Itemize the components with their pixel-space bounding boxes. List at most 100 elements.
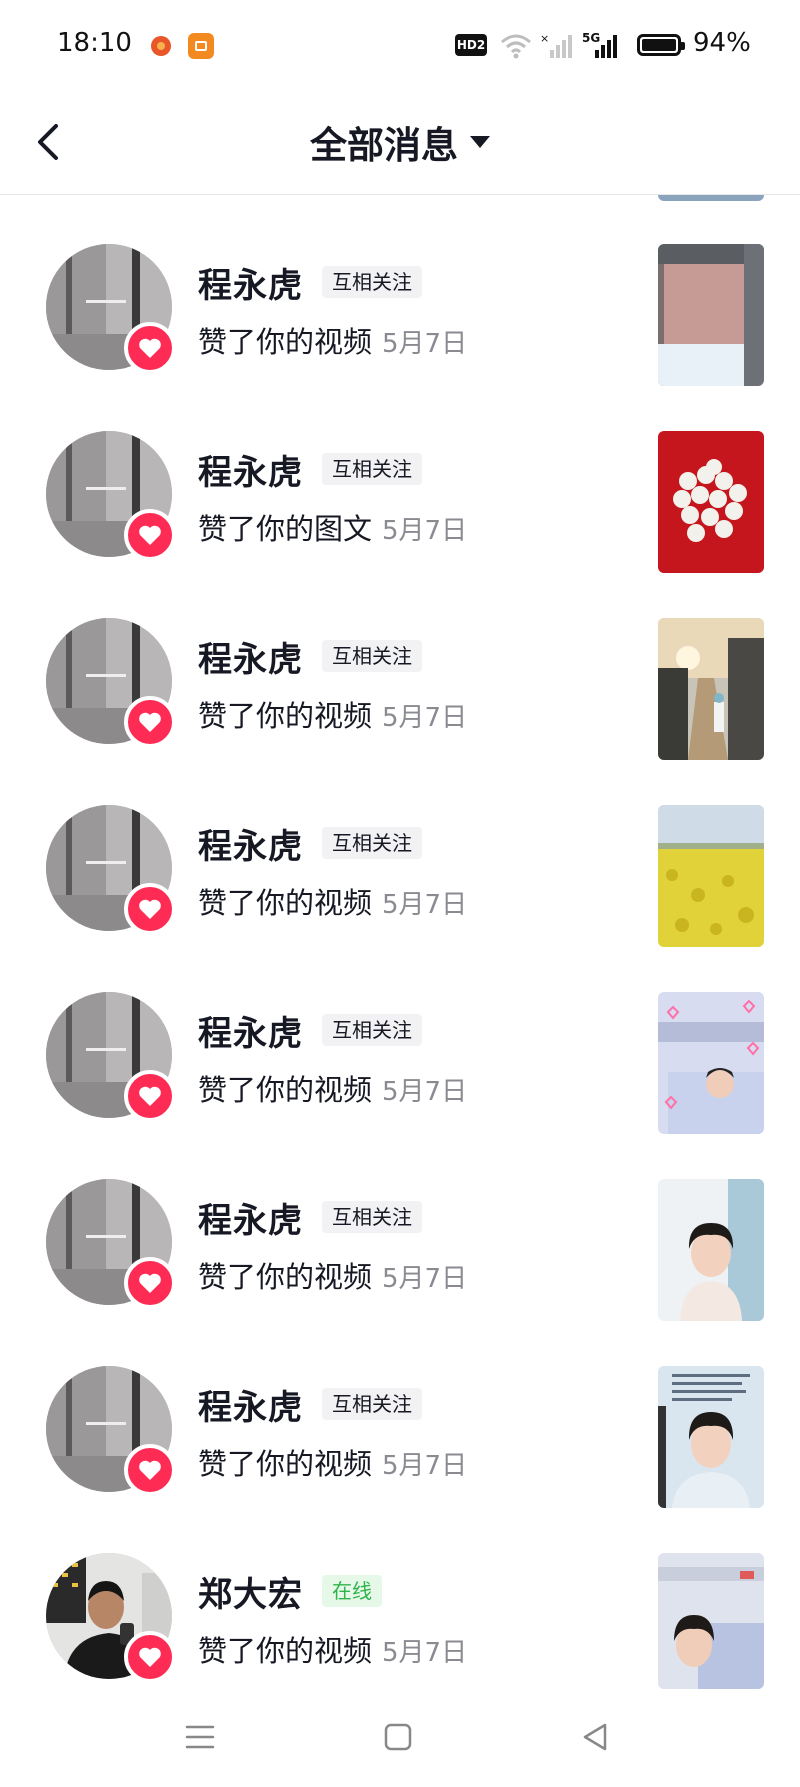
post-thumbnail[interactable]: [658, 805, 764, 947]
message-item[interactable]: 程永虎 互相关注 赞了你的视频 5月7日: [0, 618, 800, 805]
like-badge: [124, 1631, 176, 1683]
message-date: 5月7日: [382, 1451, 468, 1481]
action-text: 赞了你的视频: [198, 1447, 373, 1481]
relation-tag: 互相关注: [322, 453, 422, 485]
thumbnail-image: [658, 992, 764, 1134]
message-item[interactable]: 程永虎 互相关注 赞了你的视频 5月7日: [0, 805, 800, 992]
message-text: 赞了你的视频 5月7日: [198, 1628, 467, 1670]
message-text: 赞了你的视频 5月7日: [198, 1254, 467, 1296]
home-square-icon: [384, 1723, 412, 1751]
heart-icon: [139, 899, 161, 919]
previous-item-thumbnail[interactable]: [658, 195, 764, 201]
thumbnail-image: [658, 244, 764, 386]
menu-button[interactable]: [175, 1712, 225, 1762]
app-notification-icon: [151, 36, 171, 56]
battery-icon: [637, 34, 685, 56]
post-thumbnail[interactable]: [658, 992, 764, 1134]
heart-icon: [139, 712, 161, 732]
thumbnail-image: [658, 1366, 764, 1508]
battery-percent: 94%: [693, 28, 751, 58]
user-name: 程永虎: [198, 1388, 303, 1428]
system-navigation-bar: [0, 1692, 800, 1787]
heart-icon: [139, 1460, 161, 1480]
svg-text:5G: 5G: [582, 31, 600, 45]
post-thumbnail[interactable]: [658, 618, 764, 760]
heart-icon: [139, 338, 161, 358]
message-filter-dropdown[interactable]: 全部消息: [0, 115, 800, 169]
post-thumbnail[interactable]: [658, 431, 764, 573]
heart-icon: [139, 1647, 161, 1667]
action-text: 赞了你的视频: [198, 1073, 373, 1107]
relation-tag: 互相关注: [322, 266, 422, 298]
relation-tag: 互相关注: [322, 1388, 422, 1420]
caret-down-icon: [470, 136, 490, 148]
like-badge: [124, 696, 176, 748]
action-text: 赞了你的视频: [198, 1260, 373, 1294]
user-name: 程永虎: [198, 827, 303, 867]
message-date: 5月7日: [382, 703, 468, 733]
hd-badge: HD2: [455, 34, 487, 56]
message-text: 赞了你的视频 5月7日: [198, 1441, 467, 1483]
heart-icon: [139, 525, 161, 545]
message-date: 5月7日: [382, 1638, 468, 1668]
menu-icon: [185, 1725, 215, 1749]
message-date: 5月7日: [382, 329, 468, 359]
thumbnail-image: [658, 618, 764, 760]
status-time: 18:10: [57, 28, 132, 58]
message-item[interactable]: 程永虎 互相关注 赞了你的视频 5月7日: [0, 992, 800, 1179]
user-name: 郑大宏: [198, 1575, 303, 1615]
wifi-icon: [501, 34, 531, 54]
signal-icons: × 5G: [501, 31, 617, 59]
like-badge: [124, 322, 176, 374]
like-badge: [124, 1070, 176, 1122]
message-text: 赞了你的视频 5月7日: [198, 693, 467, 735]
like-badge: [124, 509, 176, 561]
message-text: 赞了你的视频 5月7日: [198, 319, 467, 361]
post-thumbnail[interactable]: [658, 1553, 764, 1689]
post-thumbnail[interactable]: [658, 244, 764, 386]
signal-icon: ×: [540, 32, 572, 58]
home-button[interactable]: [373, 1712, 423, 1762]
message-date: 5月7日: [382, 890, 468, 920]
like-badge: [124, 1444, 176, 1496]
status-bar: 18:10 HD2 × 5G 94%: [0, 0, 800, 90]
message-text: 赞了你的图文 5月7日: [198, 506, 467, 548]
action-text: 赞了你的视频: [198, 325, 373, 359]
action-text: 赞了你的图文: [198, 512, 373, 546]
relation-tag: 互相关注: [322, 1014, 422, 1046]
relation-tag: 互相关注: [322, 827, 422, 859]
user-name: 程永虎: [198, 1014, 303, 1054]
thumbnail-image: [658, 1553, 764, 1689]
like-badge: [124, 1257, 176, 1309]
message-item[interactable]: 程永虎 互相关注 赞了你的视频 5月7日: [0, 1366, 800, 1553]
like-badge: [124, 883, 176, 935]
user-name: 程永虎: [198, 1201, 303, 1241]
top-bar: 全部消息: [0, 90, 800, 195]
action-text: 赞了你的视频: [198, 699, 373, 733]
relation-tag: 互相关注: [322, 1201, 422, 1233]
user-name: 程永虎: [198, 266, 303, 306]
message-date: 5月7日: [382, 1077, 468, 1107]
page-title: 全部消息: [310, 124, 458, 167]
5g-signal-icon: 5G: [582, 31, 617, 58]
message-item[interactable]: 程永虎 互相关注 赞了你的图文 5月7日: [0, 431, 800, 618]
post-thumbnail[interactable]: [658, 1179, 764, 1321]
user-name: 程永虎: [198, 640, 303, 680]
action-text: 赞了你的视频: [198, 1634, 373, 1668]
message-date: 5月7日: [382, 1264, 468, 1294]
back-triangle-icon: [583, 1723, 607, 1751]
online-status-tag: 在线: [322, 1575, 382, 1607]
message-item[interactable]: 程永虎 互相关注 赞了你的视频 5月7日: [0, 1179, 800, 1366]
back-nav-button[interactable]: [570, 1712, 620, 1762]
relation-tag: 互相关注: [322, 640, 422, 672]
app-notification-icon: [188, 33, 214, 59]
user-name: 程永虎: [198, 453, 303, 493]
svg-text:×: ×: [540, 32, 549, 45]
thumbnail-image: [658, 431, 764, 573]
thumbnail-image: [658, 1179, 764, 1321]
message-item[interactable]: 程永虎 互相关注 赞了你的视频 5月7日: [0, 244, 800, 431]
message-text: 赞了你的视频 5月7日: [198, 1067, 467, 1109]
heart-icon: [139, 1273, 161, 1293]
post-thumbnail[interactable]: [658, 1366, 764, 1508]
message-date: 5月7日: [382, 516, 468, 546]
